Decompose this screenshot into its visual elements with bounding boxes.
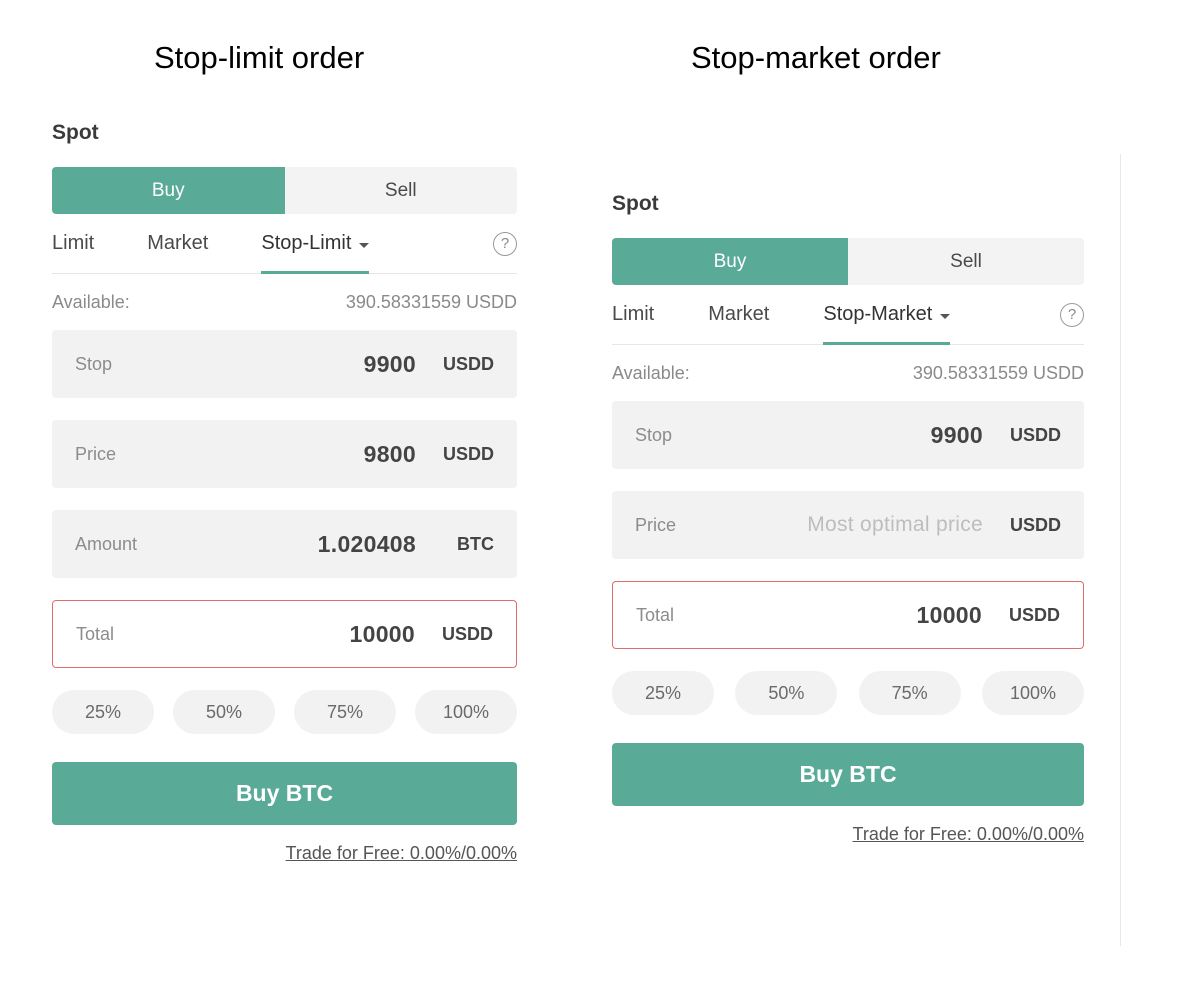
price-unit: USDD bbox=[1009, 514, 1061, 535]
percent-25-button[interactable]: 25% bbox=[612, 671, 714, 715]
total-unit: USDD bbox=[1008, 604, 1060, 625]
stop-field[interactable]: Stop 9900 USDD bbox=[52, 330, 517, 398]
price-field[interactable]: Price Most optimal price USDD bbox=[612, 491, 1084, 559]
amount-label: Amount bbox=[75, 533, 138, 554]
percent-50-button[interactable]: 50% bbox=[735, 671, 838, 715]
tab-limit[interactable]: Limit bbox=[612, 285, 654, 344]
caption-stop-limit: Stop-limit order bbox=[154, 40, 365, 75]
tab-stop-market-label: Stop-Market bbox=[823, 303, 933, 325]
order-type-tabs: Limit Market Stop-Market ? bbox=[612, 285, 1084, 345]
stop-unit: USDD bbox=[1009, 424, 1061, 445]
available-row: Available: 390.58331559 USDD bbox=[52, 286, 517, 318]
percent-buttons: 25% 50% 75% 100% bbox=[52, 690, 517, 734]
price-unit: USDD bbox=[442, 443, 494, 464]
percent-50-button[interactable]: 50% bbox=[173, 690, 275, 734]
help-icon[interactable]: ? bbox=[493, 231, 517, 256]
percent-100-button[interactable]: 100% bbox=[981, 671, 1084, 715]
stop-label: Stop bbox=[635, 424, 673, 445]
total-field[interactable]: Total 10000 USDD bbox=[612, 581, 1084, 649]
side-toggle: Buy Sell bbox=[52, 167, 517, 214]
price-placeholder: Most optimal price bbox=[807, 513, 983, 536]
total-unit: USDD bbox=[441, 623, 493, 644]
total-value: 10000 bbox=[349, 620, 415, 647]
available-row: Available: 390.58331559 USDD bbox=[612, 357, 1084, 389]
stop-label: Stop bbox=[75, 353, 113, 374]
percent-buttons: 25% 50% 75% 100% bbox=[612, 671, 1084, 715]
buy-tab-button[interactable]: Buy bbox=[612, 238, 848, 285]
tab-stop-limit-label: Stop-Limit bbox=[261, 232, 352, 254]
caret-down-icon bbox=[940, 313, 951, 319]
stop-value: 9900 bbox=[930, 421, 983, 448]
sell-tab-button[interactable]: Sell bbox=[285, 167, 518, 214]
stop-value: 9900 bbox=[363, 350, 416, 377]
trade-fee-link[interactable]: Trade for Free: 0.00%/0.00% bbox=[52, 843, 517, 864]
available-value: 390.58331559 USDD bbox=[912, 362, 1084, 383]
available-label: Available: bbox=[612, 362, 690, 383]
percent-100-button[interactable]: 100% bbox=[415, 690, 517, 734]
available-label: Available: bbox=[52, 291, 130, 312]
available-value: 390.58331559 USDD bbox=[345, 291, 517, 312]
spot-title: Spot bbox=[612, 192, 659, 215]
order-type-tabs: Limit Market Stop-Limit ? bbox=[52, 214, 517, 274]
stop-field[interactable]: Stop 9900 USDD bbox=[612, 401, 1084, 469]
side-toggle: Buy Sell bbox=[612, 238, 1084, 285]
price-value: 9800 bbox=[363, 440, 416, 467]
price-label: Price bbox=[75, 443, 117, 464]
percent-25-button[interactable]: 25% bbox=[52, 690, 154, 734]
tab-limit[interactable]: Limit bbox=[52, 214, 94, 273]
tab-market[interactable]: Market bbox=[147, 214, 208, 273]
tab-stop-market[interactable]: Stop-Market bbox=[823, 285, 951, 345]
total-label: Total bbox=[636, 604, 675, 625]
spot-title: Spot bbox=[52, 121, 99, 144]
total-label: Total bbox=[76, 623, 115, 644]
panel-divider bbox=[1120, 154, 1121, 946]
price-label: Price bbox=[635, 514, 677, 535]
percent-75-button[interactable]: 75% bbox=[858, 671, 961, 715]
total-field[interactable]: Total 10000 USDD bbox=[52, 600, 517, 668]
trade-fee-link[interactable]: Trade for Free: 0.00%/0.00% bbox=[612, 824, 1084, 845]
sell-tab-button[interactable]: Sell bbox=[848, 238, 1084, 285]
stop-market-panel: Spot Buy Sell Limit Market Stop-Market ?… bbox=[612, 189, 1084, 845]
help-icon[interactable]: ? bbox=[1060, 302, 1084, 327]
tab-stop-limit[interactable]: Stop-Limit bbox=[261, 214, 370, 274]
stop-limit-panel: Spot Buy Sell Limit Market Stop-Limit ? … bbox=[52, 118, 517, 864]
caption-stop-market: Stop-market order bbox=[691, 40, 941, 75]
buy-tab-button[interactable]: Buy bbox=[52, 167, 285, 214]
total-value: 10000 bbox=[916, 601, 982, 628]
amount-unit: BTC bbox=[457, 533, 494, 554]
tab-market[interactable]: Market bbox=[708, 285, 769, 344]
stop-unit: USDD bbox=[442, 353, 494, 374]
amount-field[interactable]: Amount 1.020408 BTC bbox=[52, 510, 517, 578]
buy-btc-button[interactable]: Buy BTC bbox=[612, 743, 1084, 806]
percent-75-button[interactable]: 75% bbox=[294, 690, 396, 734]
amount-value: 1.020408 bbox=[317, 530, 416, 557]
buy-btc-button[interactable]: Buy BTC bbox=[52, 762, 517, 825]
caret-down-icon bbox=[359, 242, 370, 248]
price-field[interactable]: Price 9800 USDD bbox=[52, 420, 517, 488]
